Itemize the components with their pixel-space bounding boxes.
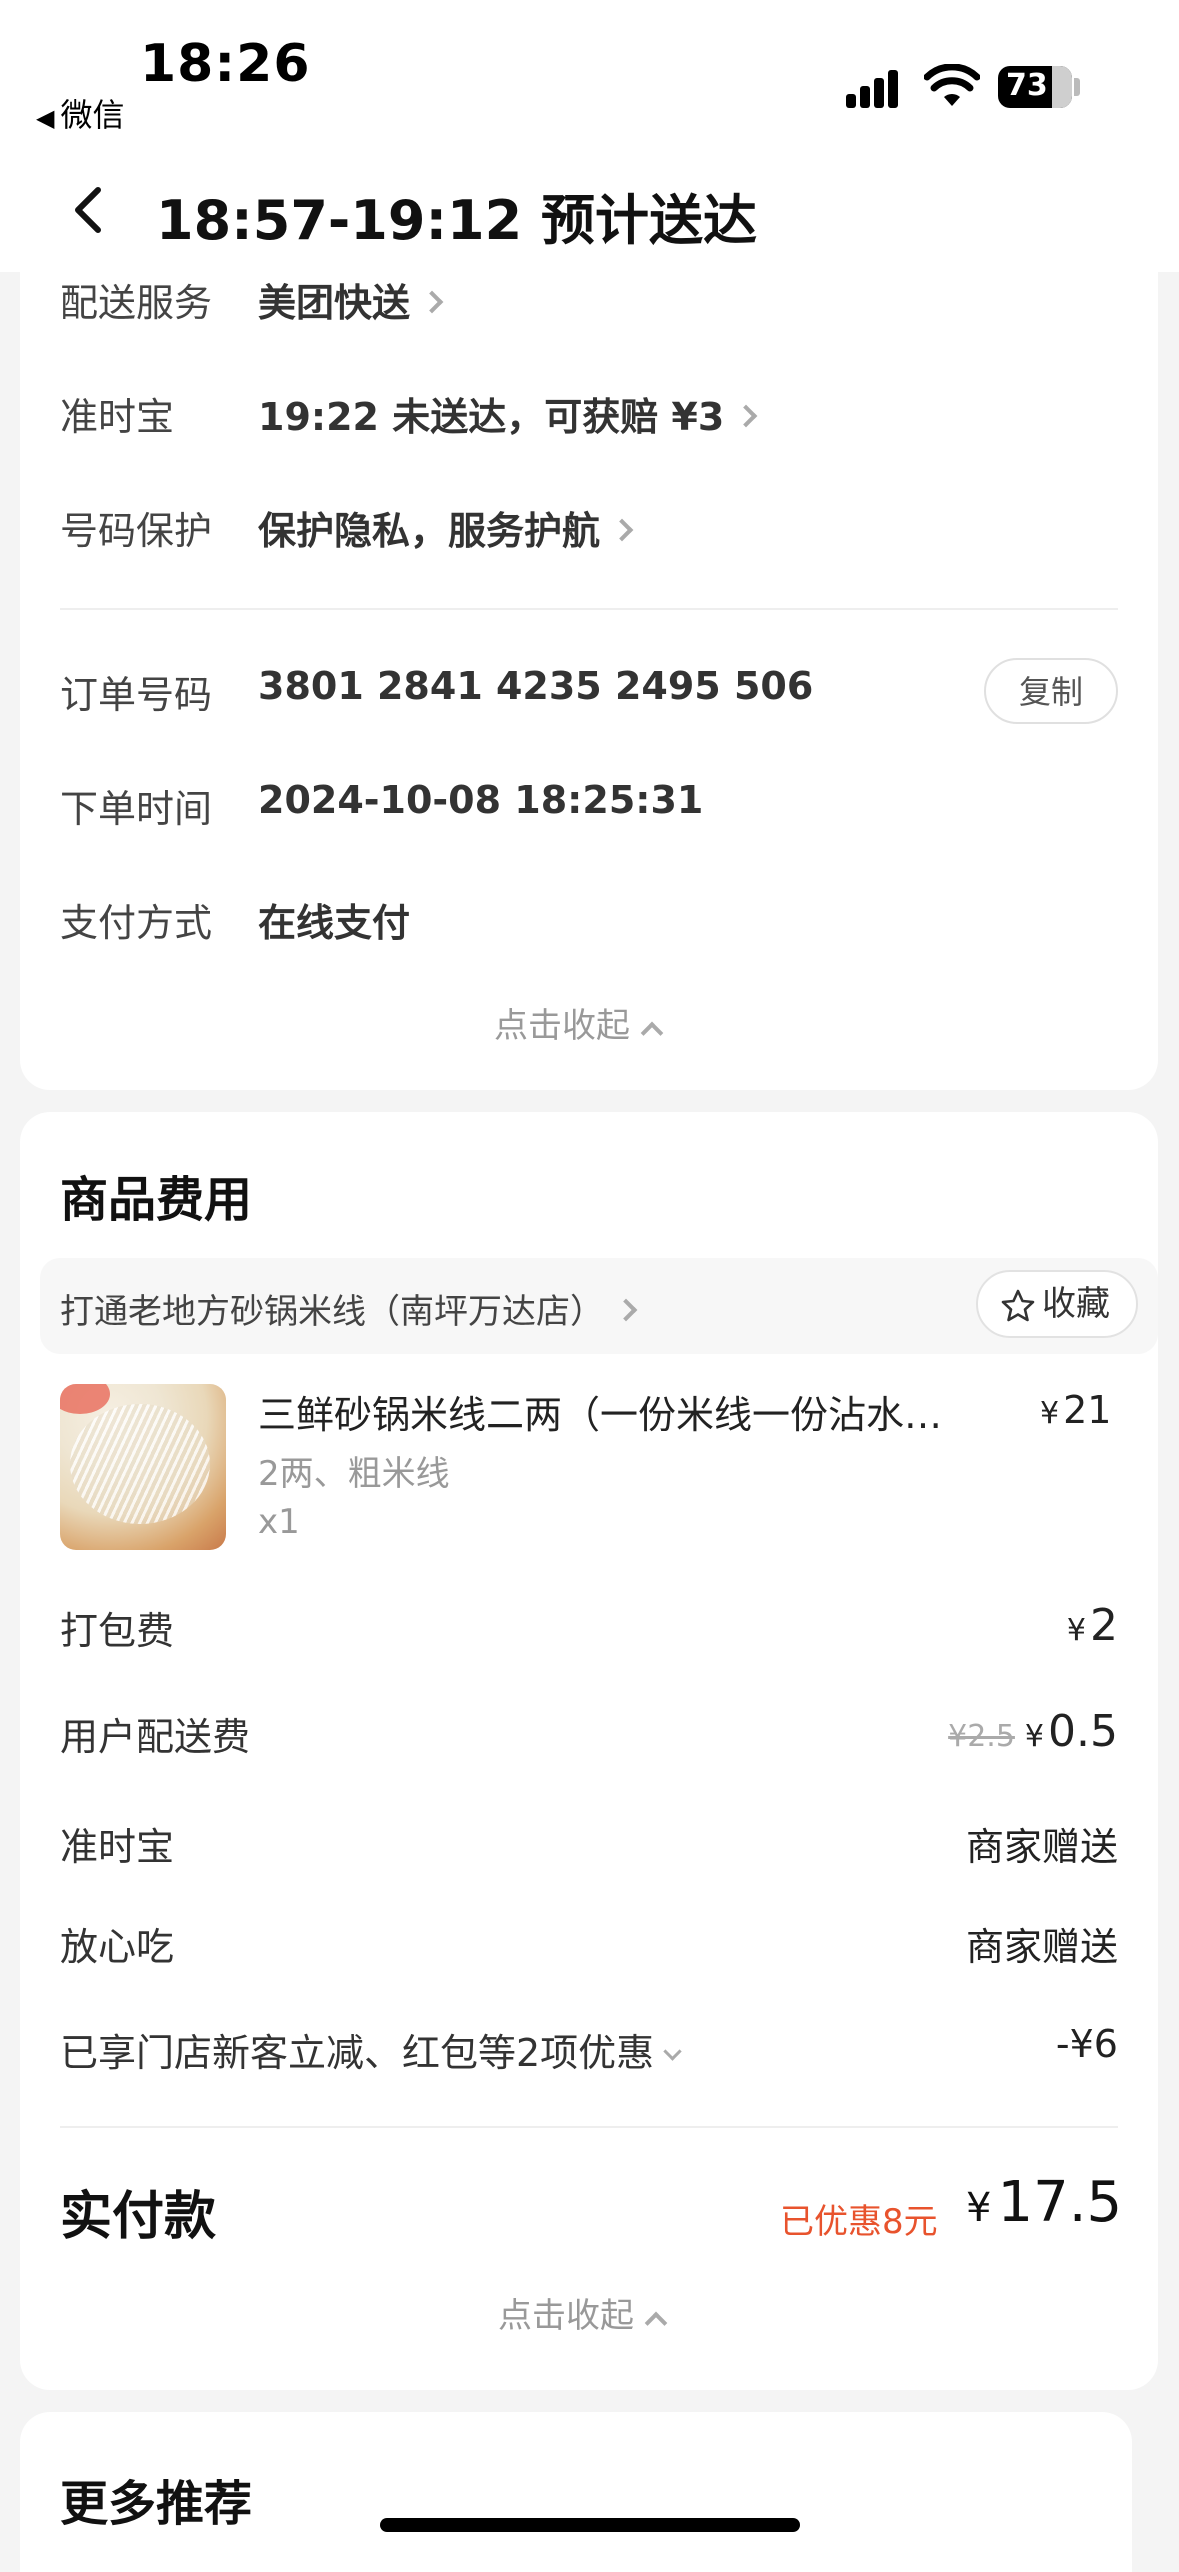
paid-value: 17.5 — [997, 2170, 1123, 2235]
collapse-button[interactable]: 点击收起 — [498, 2288, 668, 2337]
chevron-right-icon — [614, 1298, 638, 1321]
status-bar: 18:26 ◀ 微信 73 — [0, 0, 1179, 150]
wifi-icon — [924, 64, 980, 106]
collapse-label: 点击收起 — [498, 2296, 634, 2336]
status-time: 18:26 — [140, 34, 311, 94]
back-arrow-icon[interactable] — [60, 180, 120, 240]
page-title: 18:57-19:12 预计送达 — [156, 189, 757, 252]
row-value: 保护隐私，服务护航 — [258, 509, 601, 553]
currency-symbol: ¥ — [1040, 1396, 1060, 1431]
row-label: 配送服务 — [60, 281, 213, 325]
chevron-right-icon — [734, 404, 758, 427]
original-delivery-fee: ¥2.5 — [948, 1719, 1015, 1754]
divider — [60, 608, 1118, 610]
currency-symbol: ¥ — [966, 2185, 992, 2231]
shop-name: 打通老地方砂锅米线（南坪万达店） — [60, 1292, 604, 1332]
back-triangle-icon: ◀ — [36, 104, 55, 132]
section-title: 更多推荐 — [60, 2476, 253, 2532]
fee-label: 用户配送费 — [60, 1715, 251, 1759]
chevron-up-icon — [640, 1021, 664, 1045]
item-name: 三鲜砂锅米线二两（一份米线一份沾水… — [258, 1393, 943, 1437]
chevron-right-icon — [610, 518, 634, 541]
order-time: 2024-10-08 18:25:31 — [258, 778, 704, 822]
currency-symbol: ¥ — [1024, 1719, 1045, 1754]
saved-amount: 已优惠8元 — [780, 2202, 938, 2242]
collapse-button[interactable]: 点击收起 — [494, 998, 664, 1047]
discount-value: -¥6 — [1055, 2022, 1118, 2066]
shop-bar: 打通老地方砂锅米线（南坪万达店） 收藏 — [40, 1258, 1158, 1354]
food-safety-value: 商家赠送 — [965, 1925, 1118, 1969]
chevron-down-icon — [663, 2042, 682, 2061]
home-indicator[interactable] — [380, 2518, 800, 2532]
section-title: 商品费用 — [60, 1172, 253, 1228]
battery-cap — [1074, 78, 1080, 96]
order-number: 3801 2841 4235 2495 506 — [258, 664, 814, 708]
item-quantity: x1 — [258, 1502, 300, 1542]
discount-label: 已享门店新客立减、红包等2项优惠 — [60, 2031, 655, 2075]
delivery-fee: 0.5 — [1048, 1706, 1118, 1757]
divider — [60, 2126, 1118, 2128]
goods-fee-card: 商品费用 打通老地方砂锅米线（南坪万达店） 收藏 三鲜砂锅米线二两（一份米线一份… — [20, 1112, 1158, 2390]
fee-label: 放心吃 — [60, 1925, 175, 1969]
item-spec: 2两、粗米线 — [258, 1454, 450, 1494]
star-icon — [1001, 1289, 1035, 1322]
row-value: 19:22 未送达，可获赔 ¥3 — [258, 395, 725, 439]
shop-link[interactable]: 打通老地方砂锅米线（南坪万达店） — [60, 1284, 638, 1333]
row-label: 号码保护 — [60, 509, 213, 553]
item-price-value: 21 — [1063, 1388, 1112, 1432]
paid-label: 实付款 — [60, 2187, 217, 2247]
paid-amount: ¥17.5 — [966, 2170, 1122, 2235]
row-label: 支付方式 — [60, 901, 213, 945]
currency-symbol: ¥ — [1066, 1613, 1086, 1648]
collapse-label: 点击收起 — [494, 1006, 630, 1046]
favorite-label: 收藏 — [1042, 1284, 1110, 1324]
ontime-value: 商家赠送 — [965, 1825, 1118, 1869]
fee-label: 准时宝 — [60, 1825, 175, 1869]
cellular-signal-icon — [846, 68, 906, 108]
item-thumbnail[interactable] — [60, 1384, 226, 1550]
packing-fee: 2 — [1090, 1600, 1118, 1651]
copy-button[interactable]: 复制 — [984, 658, 1118, 724]
row-label: 订单号码 — [60, 673, 213, 717]
favorite-button[interactable]: 收藏 — [976, 1270, 1138, 1338]
recommend-card: 更多推荐 — [20, 2412, 1132, 2572]
back-app-label: 微信 — [60, 96, 125, 134]
row-value: 美团快送 — [258, 281, 411, 325]
item-price: ¥21 — [1040, 1388, 1111, 1432]
battery-icon: 73 — [998, 66, 1072, 108]
fee-label: 打包费 — [60, 1609, 175, 1653]
row-label: 准时宝 — [60, 395, 175, 439]
order-info-card: 配送服务 美团快送 准时宝 19:22 未送达，可获赔 ¥3 号码保护 保护隐私… — [20, 272, 1158, 1090]
payment-method: 在线支付 — [258, 901, 411, 945]
battery-level: 73 — [1006, 68, 1048, 103]
chevron-right-icon — [420, 290, 444, 313]
row-label: 下单时间 — [60, 787, 213, 831]
nav-bar: 18:57-19:12 预计送达 — [0, 150, 1179, 272]
back-to-app-link[interactable]: ◀ 微信 — [36, 90, 124, 136]
chevron-up-icon — [644, 2311, 668, 2335]
